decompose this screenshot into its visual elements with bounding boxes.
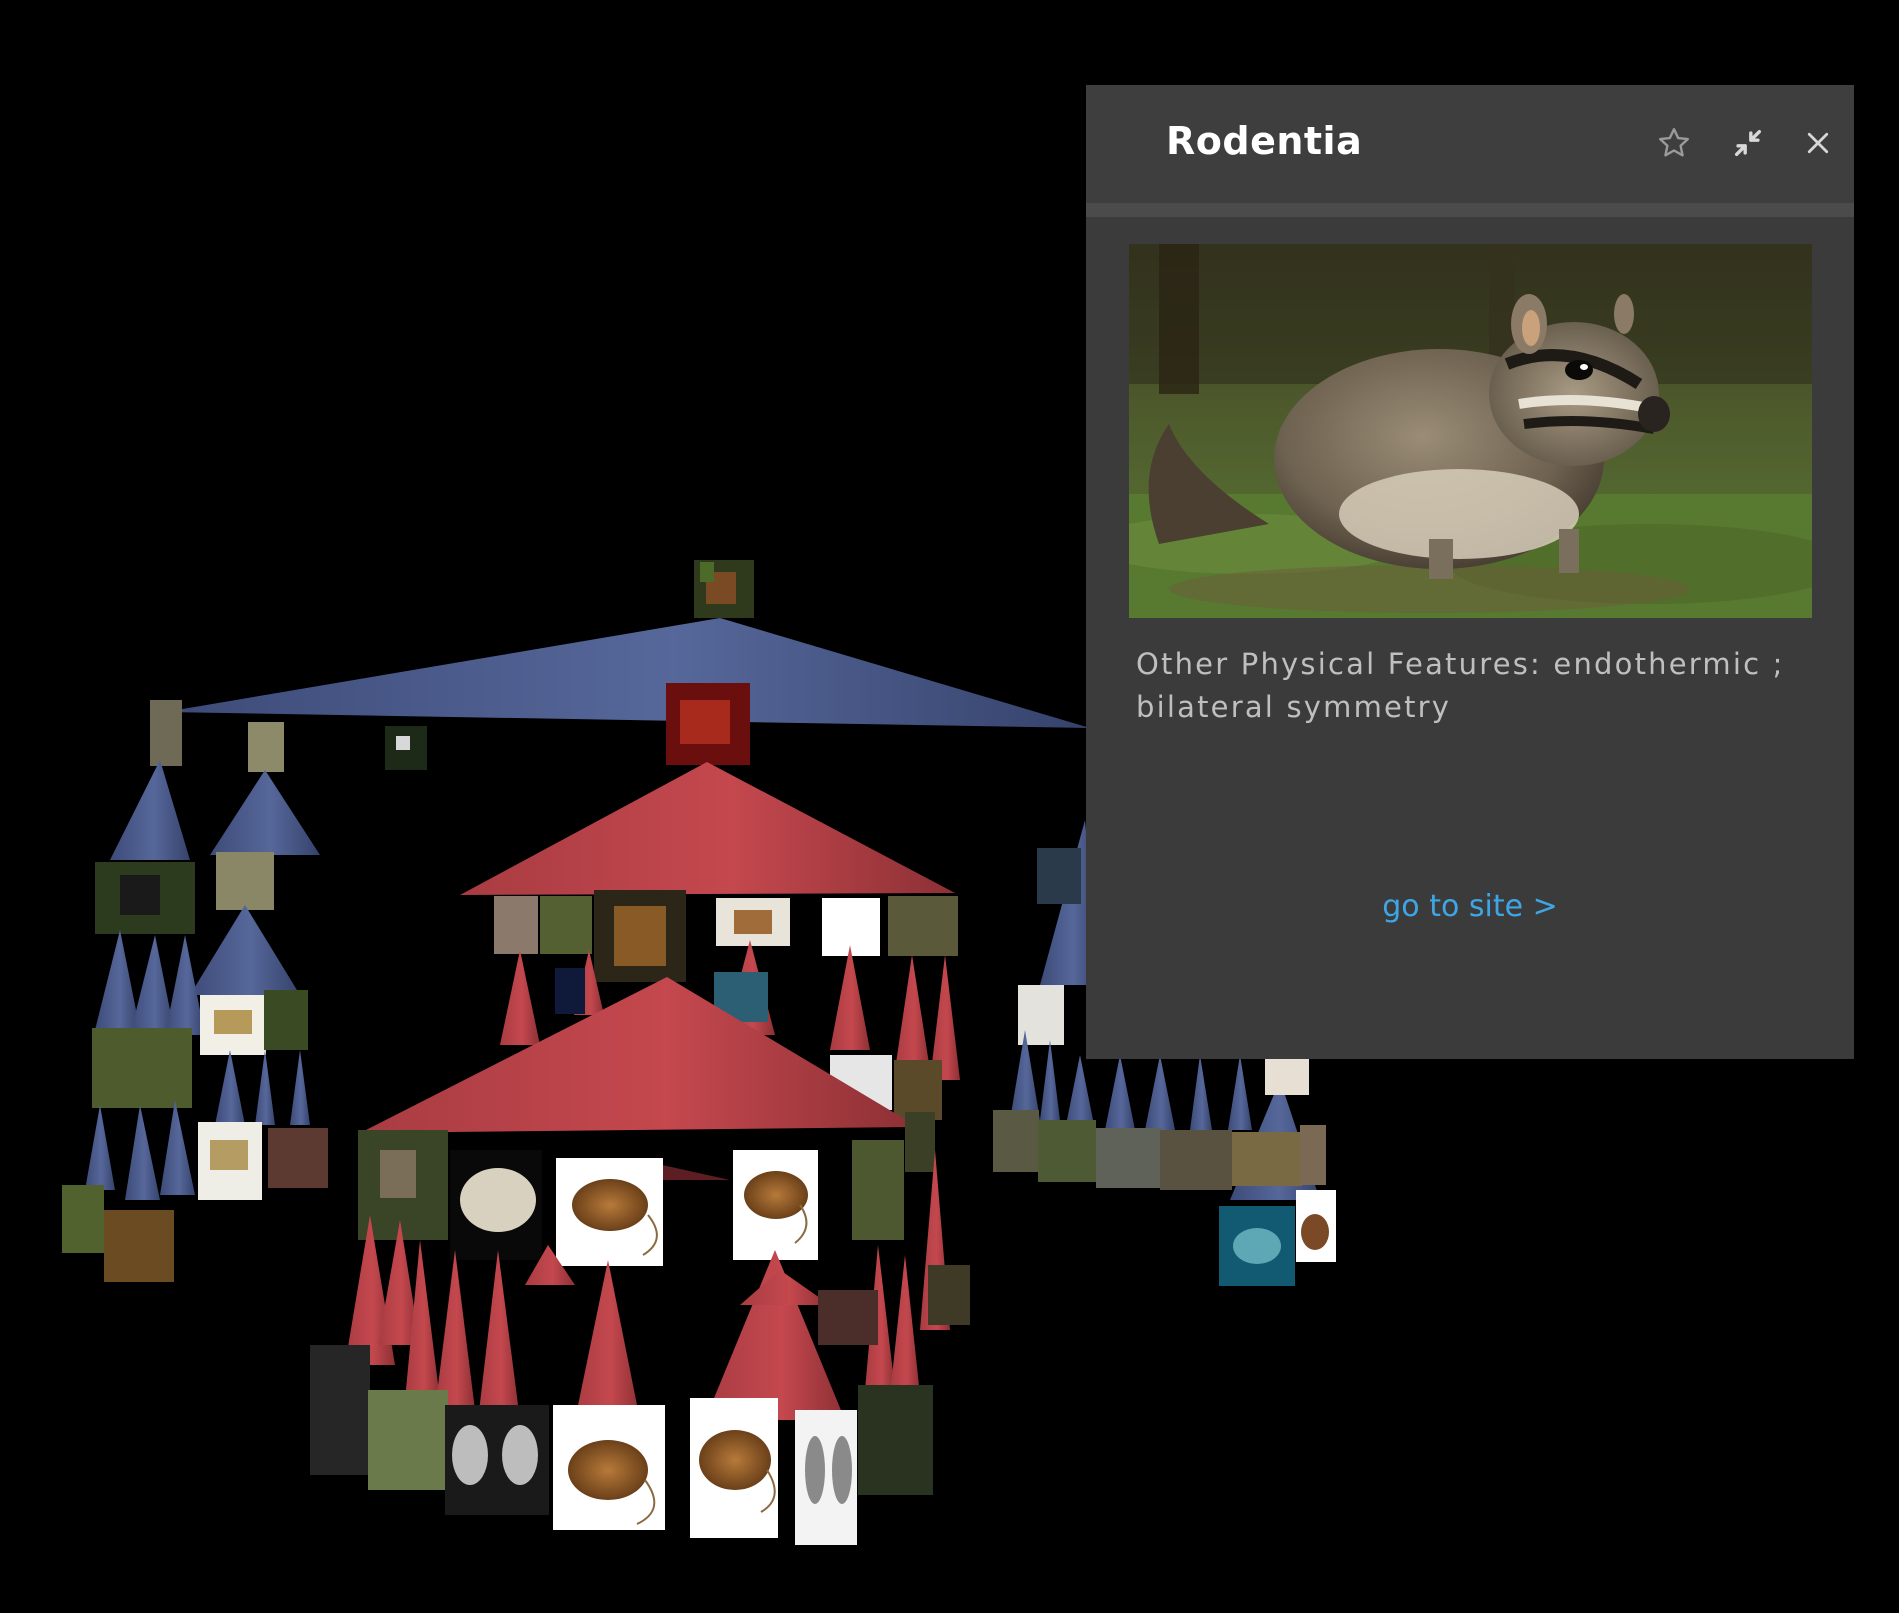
- node-thumbnail[interactable]: [905, 1112, 935, 1172]
- panel-header: Rodentia: [1086, 85, 1854, 203]
- node-thumbnail[interactable]: [822, 898, 880, 956]
- species-photo: [1129, 244, 1812, 618]
- node-thumbnail[interactable]: [1096, 1128, 1162, 1188]
- node-thumbnail[interactable]: [928, 1265, 970, 1325]
- close-button[interactable]: [1796, 121, 1840, 165]
- node-thumbnail[interactable]: [248, 722, 284, 772]
- node-thumbnail[interactable]: [888, 896, 958, 956]
- close-icon: [1807, 132, 1829, 154]
- node-thumbnail[interactable]: [555, 968, 585, 1014]
- node-thumbnail[interactable]: [1300, 1125, 1326, 1185]
- go-to-site-link[interactable]: go to site >: [1086, 889, 1854, 924]
- panel-title: Rodentia: [1166, 119, 1363, 163]
- node-thumbnail[interactable]: [540, 896, 592, 954]
- star-icon: [1659, 127, 1689, 157]
- node-thumbnail[interactable]: [92, 1028, 192, 1108]
- node-thumbnail[interactable]: [494, 896, 538, 954]
- node-thumbnail[interactable]: [852, 1140, 904, 1240]
- root-branch-cone: [165, 618, 1090, 728]
- node-thumbnail[interactable]: [264, 990, 308, 1050]
- node-thumbnail[interactable]: [150, 700, 182, 766]
- node-thumbnail[interactable]: [858, 1385, 933, 1495]
- node-thumbnail[interactable]: [268, 1128, 328, 1188]
- node-thumbnail[interactable]: [818, 1290, 878, 1345]
- node-thumbnail[interactable]: [104, 1210, 174, 1282]
- node-thumbnail[interactable]: [62, 1185, 104, 1253]
- node-thumbnail[interactable]: [1232, 1132, 1302, 1186]
- collapse-icon: [1734, 129, 1762, 157]
- node-thumbnail[interactable]: [1038, 1120, 1096, 1182]
- collapse-button[interactable]: [1726, 121, 1770, 165]
- node-thumbnail[interactable]: [310, 1345, 370, 1475]
- node-thumbnail[interactable]: [216, 852, 274, 910]
- node-thumbnail[interactable]: [1037, 848, 1081, 904]
- taxon-info-panel: Rodentia Other Physical Features: endoth…: [1086, 85, 1854, 1059]
- header-divider: [1086, 203, 1854, 217]
- node-thumbnail[interactable]: [993, 1110, 1039, 1172]
- taxon-description: Other Physical Features: endothermic ; b…: [1136, 647, 1785, 724]
- favorite-button[interactable]: [1652, 121, 1696, 165]
- rodentia-branch-cone: [460, 762, 955, 895]
- node-thumbnail[interactable]: [368, 1390, 448, 1490]
- node-thumbnail[interactable]: [1160, 1130, 1232, 1190]
- node-thumbnail[interactable]: [1265, 1055, 1309, 1095]
- node-thumbnail[interactable]: [894, 1060, 942, 1120]
